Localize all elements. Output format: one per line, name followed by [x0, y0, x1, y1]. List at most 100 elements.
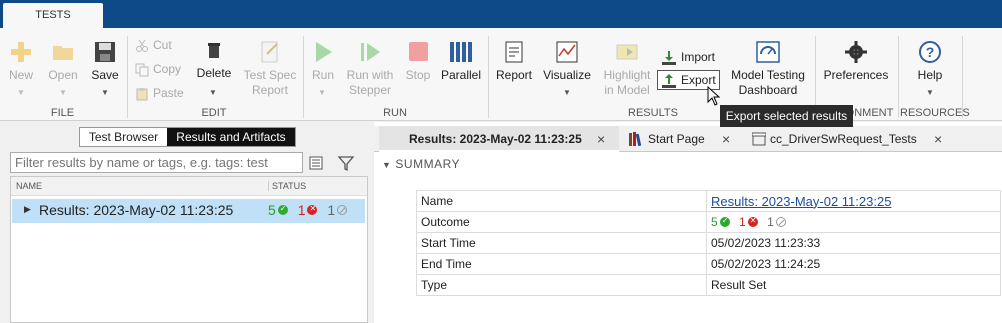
table-row: Start Time 05/02/2023 11:23:33: [416, 232, 1001, 254]
summary-key: End Time: [416, 253, 707, 275]
results-row[interactable]: ▶ Results: 2023-May-02 11:23:25 5 1 1: [12, 199, 365, 223]
column-header-name[interactable]: NAME: [16, 181, 42, 191]
delete-dropdown-icon[interactable]: ▼: [209, 88, 217, 97]
trash-icon: [208, 43, 220, 58]
filter-results-input[interactable]: [10, 152, 303, 173]
visualize-button[interactable]: Visualize: [541, 40, 593, 83]
export-tooltip: Export selected results: [720, 105, 853, 127]
visualize-dropdown-icon[interactable]: ▼: [563, 88, 571, 97]
table-row: Type Result Set: [416, 274, 1001, 296]
preferences-button[interactable]: Preferences: [821, 40, 891, 83]
failed-icon: [307, 204, 318, 215]
table-row: End Time 05/02/2023 11:24:25: [416, 253, 1001, 275]
open-button[interactable]: Open: [46, 40, 80, 83]
tab-test-file[interactable]: cc_DriverSwRequest_Tests ×: [750, 126, 950, 152]
failed-count: 1: [297, 202, 306, 218]
gear-icon: [845, 41, 867, 63]
play-icon: [316, 42, 332, 62]
copy-button[interactable]: Copy: [135, 60, 181, 78]
parallel-bars-icon: [450, 42, 472, 62]
failed-icon: [747, 216, 758, 227]
mouse-cursor-icon: [707, 86, 721, 106]
summary-section-header[interactable]: ▼ SUMMARY: [382, 157, 460, 171]
list-header: NAME STATUS: [11, 177, 367, 196]
document-tabs: Results: 2023-May-02 11:23:25 × Start Pa…: [374, 126, 1002, 152]
run-dropdown-icon[interactable]: ▼: [318, 88, 326, 97]
separator: [127, 36, 128, 118]
table-row: Name Results: 2023-May-02 11:23:25: [416, 190, 1001, 212]
failed-count: 1: [739, 215, 746, 229]
tab-start-page[interactable]: Start Page ×: [626, 126, 738, 152]
table-row: Outcome 5 1 1: [416, 211, 1001, 233]
separator: [488, 36, 489, 118]
title-bar: TESTS: [0, 0, 1002, 29]
help-dropdown-icon[interactable]: ▼: [926, 88, 934, 97]
tab-tests[interactable]: TESTS: [3, 3, 103, 29]
copy-icon: [135, 63, 149, 77]
summary-key: Type: [416, 274, 707, 296]
report-icon: [505, 41, 523, 63]
help-button[interactable]: ? Help: [911, 40, 949, 83]
results-list: NAME STATUS ▶ Results: 2023-May-02 11:23…: [10, 176, 368, 323]
import-button[interactable]: Import: [661, 48, 715, 66]
passed-icon: [719, 216, 730, 227]
separator: [898, 36, 899, 118]
new-button[interactable]: New: [6, 40, 36, 83]
passed-count: 5: [711, 215, 718, 229]
passed-count: 5: [268, 202, 276, 218]
cut-button[interactable]: Cut: [135, 36, 172, 54]
model-testing-dashboard-button[interactable]: Model Testing Dashboard: [727, 40, 809, 98]
paste-icon: [136, 87, 148, 101]
parallel-button[interactable]: Parallel: [440, 40, 482, 83]
run-with-stepper-button[interactable]: Run with Stepper: [343, 40, 397, 98]
result-name: Results: 2023-May-02 11:23:25: [39, 202, 234, 218]
export-arrow-icon: [662, 73, 676, 88]
test-browser-tab[interactable]: Test Browser: [80, 128, 167, 146]
list-view-icon[interactable]: [308, 155, 324, 171]
close-icon[interactable]: ×: [934, 126, 942, 152]
highlight-in-model-button[interactable]: Highlight in Model: [600, 40, 654, 98]
document-area: Results: 2023-May-02 11:23:25 × Start Pa…: [374, 122, 1002, 323]
folder-icon: [53, 46, 73, 60]
summary-key: Name: [416, 190, 707, 212]
results-and-artifacts-tab[interactable]: Results and Artifacts: [167, 128, 295, 146]
group-label-edit: EDIT: [201, 107, 227, 119]
library-books-icon: [629, 132, 642, 147]
test-spec-report-button[interactable]: Test Spec Report: [242, 40, 298, 98]
skipped-icon: [337, 205, 348, 215]
status-counts: 5 1 1: [268, 202, 353, 218]
save-dropdown-icon[interactable]: ▼: [101, 88, 109, 97]
tab-results[interactable]: Results: 2023-May-02 11:23:25 ×: [379, 126, 619, 152]
browser-toggle: Test Browser Results and Artifacts: [79, 127, 296, 147]
summary-table: Name Results: 2023-May-02 11:23:25 Outco…: [416, 190, 1001, 296]
group-label-resources: RESOURCES: [900, 107, 970, 119]
new-dropdown-icon[interactable]: ▼: [17, 88, 25, 97]
test-file-icon: [752, 132, 766, 146]
filter-funnel-icon[interactable]: [337, 154, 355, 172]
expand-arrow-icon[interactable]: ▶: [24, 204, 31, 215]
skipped-icon: [775, 217, 786, 227]
summary-value: 5 1 1: [706, 211, 1001, 233]
column-header-status[interactable]: STATUS: [268, 181, 306, 191]
separator: [962, 36, 963, 118]
dashboard-icon: [756, 41, 780, 63]
paste-button[interactable]: Paste: [135, 84, 184, 102]
report-button[interactable]: Report: [494, 40, 534, 83]
stop-button[interactable]: Stop: [403, 40, 433, 83]
open-dropdown-icon[interactable]: ▼: [59, 88, 67, 97]
report-document-icon: [261, 41, 278, 63]
close-icon[interactable]: ×: [597, 126, 605, 152]
summary-key: Start Time: [416, 232, 707, 254]
help-question-icon: ?: [919, 41, 941, 63]
save-button[interactable]: Save: [89, 40, 121, 83]
summary-value: 05/02/2023 11:24:25: [706, 253, 1001, 275]
collapse-arrow-icon[interactable]: ▼: [382, 160, 391, 170]
delete-button[interactable]: Delete: [194, 38, 234, 81]
passed-icon: [277, 204, 288, 215]
run-button[interactable]: Run: [308, 40, 338, 83]
results-link[interactable]: Results: 2023-May-02 11:23:25: [711, 194, 891, 209]
group-label-file: FILE: [50, 107, 75, 119]
new-plus-icon: [11, 42, 31, 62]
step-play-icon: [361, 43, 380, 61]
close-icon[interactable]: ×: [722, 126, 730, 152]
